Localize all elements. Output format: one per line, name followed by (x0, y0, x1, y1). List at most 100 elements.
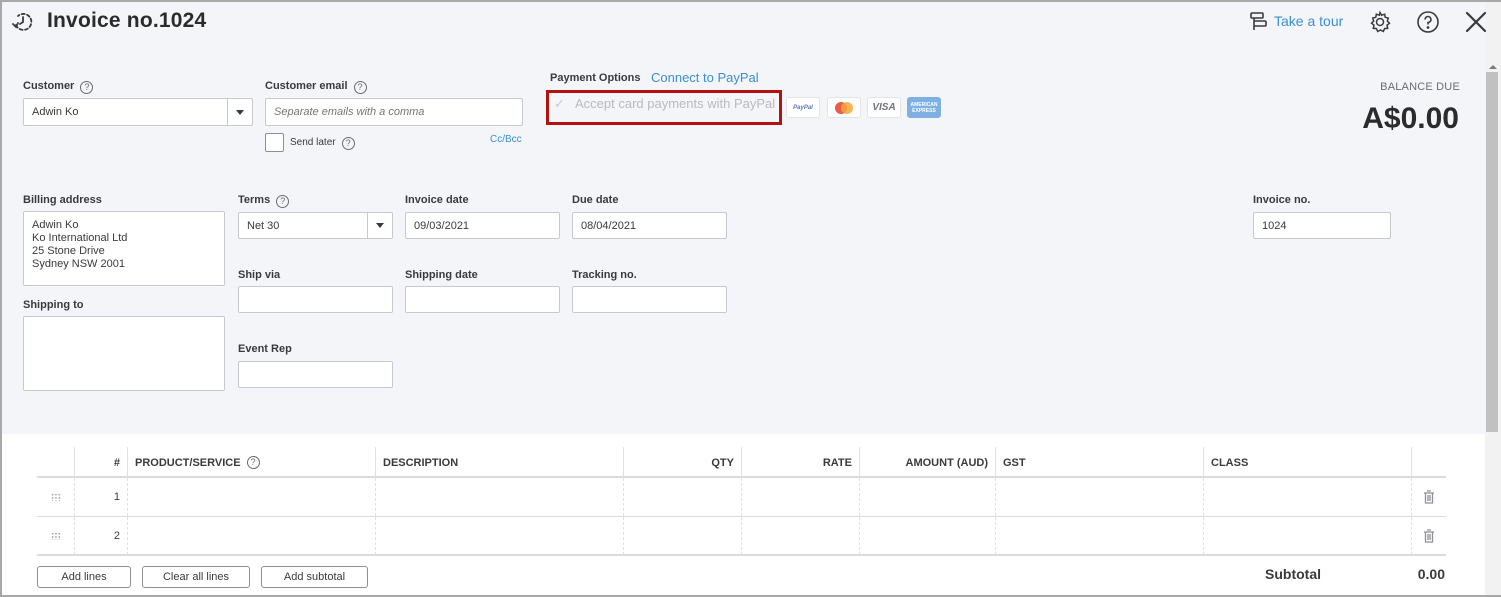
shipping-to-textarea[interactable] (23, 316, 225, 391)
connect-to-paypal-link[interactable]: Connect to PayPal (651, 70, 759, 85)
ship-via-label: Ship via (238, 269, 281, 281)
send-later-label-text: Send later (290, 137, 336, 148)
trash-icon (1424, 529, 1434, 543)
scrollbar-thumb[interactable] (1486, 72, 1498, 432)
rate-cell[interactable] (741, 517, 859, 555)
product-service-help-icon[interactable]: ? (246, 456, 260, 469)
visa-card-icon: VISA (867, 97, 901, 118)
billing-line: 25 Stone Drive (32, 245, 105, 257)
terms-select[interactable]: Net 30 (238, 212, 393, 239)
col-product-service-text: PRODUCT/SERVICE (135, 456, 241, 469)
mastercard-card-icon (827, 97, 861, 118)
trash-icon (1424, 490, 1434, 504)
gear-icon[interactable] (1368, 10, 1392, 34)
add-lines-button[interactable]: Add lines (37, 566, 131, 588)
terms-help-icon[interactable]: ? (276, 195, 290, 208)
vertical-scrollbar[interactable] (1485, 2, 1501, 595)
customer-label-text: Customer (23, 80, 75, 92)
send-later-help-icon[interactable]: ? (341, 137, 355, 150)
drag-handle[interactable] (37, 517, 74, 555)
col-actions (1411, 447, 1446, 478)
class-cell[interactable] (1203, 478, 1411, 516)
customer-help-icon[interactable]: ? (80, 81, 94, 94)
chevron-down-icon[interactable] (367, 213, 392, 238)
subtotal-label: Subtotal (1265, 566, 1321, 582)
clear-all-lines-button[interactable]: Clear all lines (142, 566, 250, 588)
table-row: 2 (37, 517, 1446, 556)
page-title: Invoice no.1024 (47, 9, 207, 32)
checkmark-icon: ✓ (554, 96, 565, 111)
gst-cell[interactable] (995, 478, 1203, 516)
cc-bcc-link[interactable]: Cc/Bcc (490, 134, 522, 145)
event-rep-label: Event Rep (238, 343, 292, 355)
due-date-label: Due date (572, 194, 619, 206)
description-cell[interactable] (375, 517, 623, 555)
amount-cell[interactable] (859, 517, 995, 555)
col-number: # (74, 447, 127, 478)
col-product-service: PRODUCT/SERVICE? (127, 447, 375, 478)
rate-cell[interactable] (741, 478, 859, 516)
table-row: 1 (37, 478, 1446, 517)
invoice-no-label: Invoice no. (1253, 194, 1311, 206)
customer-email-help-icon[interactable]: ? (353, 81, 367, 94)
invoice-date-input[interactable]: 09/03/2021 (405, 212, 560, 239)
invoice-date-label: Invoice date (405, 194, 469, 206)
delete-row-button[interactable] (1411, 478, 1446, 516)
qty-cell[interactable] (623, 517, 741, 555)
customer-select[interactable]: Adwin Ko (23, 98, 253, 126)
amount-cell[interactable] (859, 478, 995, 516)
due-date-input[interactable]: 08/04/2021 (572, 212, 727, 239)
billing-line: Adwin Ko (32, 219, 79, 231)
chevron-down-icon[interactable] (227, 99, 252, 125)
row-number: 1 (74, 478, 127, 516)
table-header: # PRODUCT/SERVICE? DESCRIPTION QTY RATE … (37, 447, 1446, 478)
add-subtotal-button[interactable]: Add subtotal (261, 566, 368, 588)
signpost-icon[interactable] (1249, 11, 1269, 31)
qty-cell[interactable] (623, 478, 741, 516)
accept-card-payments-label: Accept card payments with PayPal (575, 96, 776, 111)
terms-label-text: Terms (238, 194, 271, 206)
paypal-card-icon: PayPal (786, 97, 820, 118)
col-gst: GST (995, 447, 1203, 478)
billing-line: Sydney NSW 2001 (32, 258, 125, 270)
product-service-cell[interactable] (127, 478, 375, 516)
billing-address-label: Billing address (23, 194, 102, 206)
delete-row-button[interactable] (1411, 517, 1446, 555)
drag-handle-icon (50, 493, 61, 501)
scroll-up-arrow[interactable] (1489, 65, 1497, 69)
customer-label: Customer? (23, 80, 94, 94)
balance-due-label: BALANCE DUE (1380, 81, 1460, 93)
description-cell[interactable] (375, 478, 623, 516)
row-number: 2 (74, 517, 127, 555)
tracking-no-input[interactable] (572, 286, 727, 313)
terms-select-value: Net 30 (247, 219, 280, 232)
help-icon[interactable] (1416, 10, 1440, 34)
drag-handle-icon (50, 532, 61, 540)
class-cell[interactable] (1203, 517, 1411, 555)
customer-email-label: Customer email? (265, 80, 367, 94)
balance-due-amount: A$0.00 (1362, 102, 1459, 135)
customer-email-label-text: Customer email (265, 80, 348, 92)
invoice-no-input[interactable]: 1024 (1253, 212, 1391, 239)
customer-select-value: Adwin Ko (32, 106, 79, 118)
close-icon[interactable] (1464, 10, 1488, 34)
amex-card-icon: AMERICAN EXPRESS (907, 97, 941, 118)
tracking-no-label: Tracking no. (572, 269, 637, 281)
clock-history-icon[interactable] (11, 10, 35, 34)
accept-card-payments-checkbox[interactable]: ✓ Accept card payments with PayPal (552, 96, 776, 111)
drag-handle[interactable] (37, 478, 74, 516)
payment-options-label: Payment Options (550, 72, 641, 84)
shipping-date-input[interactable] (405, 286, 560, 313)
terms-label: Terms? (238, 194, 290, 208)
send-later-checkbox[interactable] (265, 133, 284, 152)
take-a-tour-link[interactable]: Take a tour (1274, 13, 1343, 29)
col-description: DESCRIPTION (375, 447, 623, 478)
send-later-label: Send later? (290, 137, 355, 150)
customer-email-input[interactable] (265, 98, 523, 126)
gst-cell[interactable] (995, 517, 1203, 555)
ship-via-input[interactable] (238, 286, 393, 313)
billing-address-textarea[interactable]: Adwin Ko Ko International Ltd 25 Stone D… (23, 211, 225, 286)
event-rep-input[interactable] (238, 361, 393, 388)
product-service-cell[interactable] (127, 517, 375, 555)
subtotal-value: 0.00 (1417, 566, 1445, 582)
